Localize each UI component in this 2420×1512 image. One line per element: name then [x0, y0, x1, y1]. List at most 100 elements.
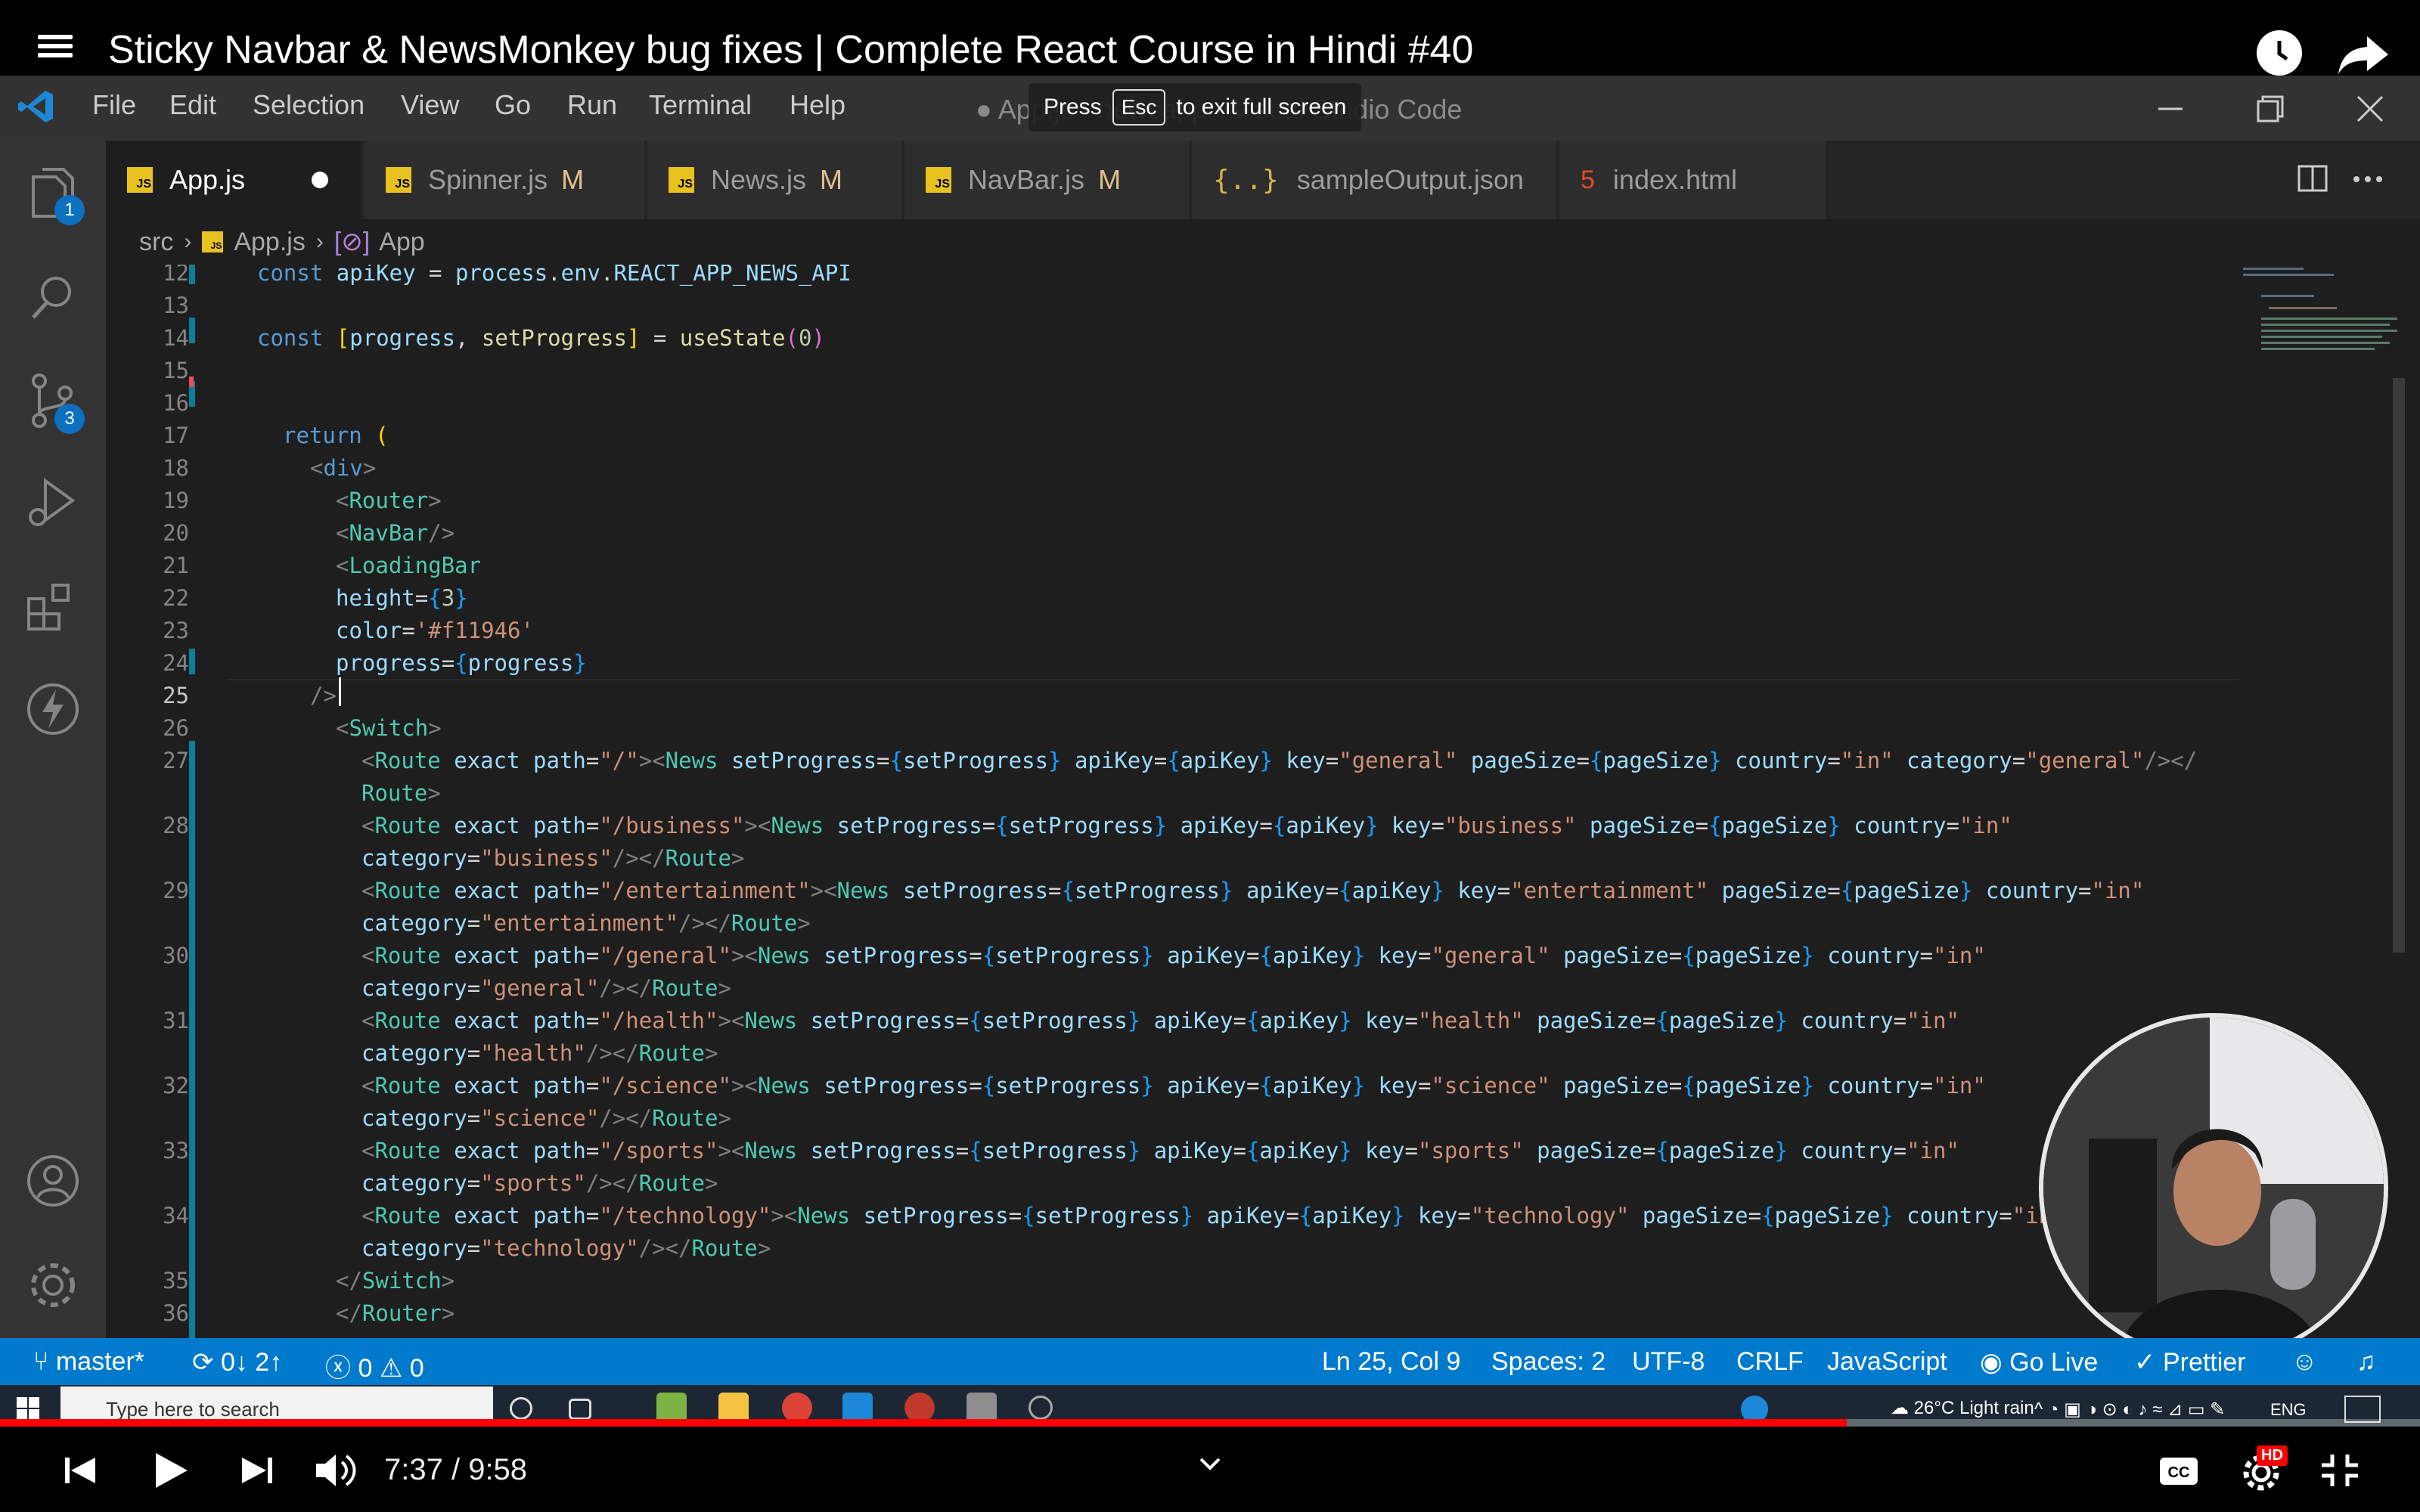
share-icon[interactable] [2337, 33, 2390, 76]
menu-help[interactable]: Help [790, 89, 845, 121]
hd-badge: HD [2257, 1445, 2288, 1466]
fullscreen-hint-prefix: Press [1044, 94, 1102, 119]
video-title[interactable]: Sticky Navbar & NewsMonkey bug fixes | C… [108, 27, 1473, 73]
js-file-icon: JS [669, 167, 694, 193]
code-line: </Switch> [336, 1268, 455, 1294]
breadcrumb: src › JS App.js › [⊘] App [106, 219, 2420, 265]
line-number: 22 [163, 585, 189, 611]
menu-run[interactable]: Run [567, 89, 617, 121]
cursor-position[interactable]: Ln 25, Col 9 [1322, 1347, 1460, 1377]
sync-status[interactable]: ⟳ 0↓ 2↑ [192, 1347, 282, 1377]
captions-icon[interactable]: CC [2157, 1450, 2202, 1491]
menu-file[interactable]: File [92, 89, 136, 121]
line-number: 17 [163, 423, 189, 448]
more-actions-icon[interactable] [2349, 160, 2387, 198]
broadcast-icon: ◉ [1980, 1348, 2010, 1377]
scrollbar-thumb[interactable] [2393, 378, 2405, 953]
file-explorer-icon[interactable] [718, 1393, 749, 1423]
volume-icon[interactable] [313, 1450, 358, 1491]
breadcrumb-symbol[interactable]: App [379, 228, 425, 257]
run-debug-icon[interactable] [23, 473, 83, 534]
line-number: 14 [163, 325, 189, 351]
settings-gear-icon[interactable] [23, 1255, 83, 1315]
code-line: color='#f11946' [336, 618, 534, 643]
tab-news-js[interactable]: JS News.js M [647, 141, 903, 219]
git-deleted-marker [189, 376, 194, 387]
warning-count: 0 [409, 1354, 424, 1383]
search-icon[interactable] [23, 268, 83, 328]
eol-status[interactable]: CRLF [1736, 1347, 1804, 1377]
line-number: 36 [163, 1300, 189, 1326]
menu-view[interactable]: View [401, 89, 459, 121]
task-view-icon[interactable] [569, 1399, 591, 1420]
breadcrumb-file[interactable]: App.js [234, 228, 306, 257]
fullscreen-hint: Press Esc to exit full screen [1028, 83, 1362, 132]
json-file-icon: {..} [1213, 164, 1279, 196]
git-branch-status[interactable]: ⑂ master* [33, 1347, 144, 1377]
line-number: 26 [163, 715, 189, 741]
code-line: const [progress, setProgress] = useState… [257, 325, 825, 351]
tab-sample-output-json[interactable]: {..} sampleOutput.json [1192, 141, 1558, 219]
close-window-button[interactable] [2347, 86, 2393, 132]
modified-indicator: M [1098, 164, 1122, 195]
language-mode[interactable]: JavaScript [1827, 1347, 1947, 1377]
menu-go[interactable]: Go [495, 89, 531, 121]
input-language[interactable]: ENG [2270, 1400, 2307, 1420]
menu-terminal[interactable]: Terminal [649, 89, 752, 121]
notepad-app-icon[interactable] [656, 1393, 687, 1423]
feedback-icon[interactable]: ☺ [2291, 1347, 2318, 1377]
prettier-label: Prettier [2162, 1348, 2246, 1377]
problems-status[interactable]: ⓧ 0 ⚠ 0 [325, 1347, 424, 1384]
breadcrumb-src[interactable]: src [139, 228, 173, 257]
play-icon[interactable] [148, 1450, 194, 1491]
webcam-overlay [2039, 1013, 2388, 1362]
code-line: Route> [361, 780, 441, 806]
code-line: category="entertainment"/></Route> [361, 910, 811, 936]
accounts-icon[interactable] [23, 1151, 83, 1211]
encoding-status[interactable]: UTF-8 [1632, 1347, 1705, 1377]
extensions-icon[interactable] [23, 576, 83, 637]
code-line: <NavBar/> [336, 520, 455, 546]
git-modified-marker [189, 318, 195, 343]
next-icon[interactable] [233, 1450, 278, 1491]
menu-selection[interactable]: Selection [253, 89, 365, 121]
line-number: 27 [163, 748, 189, 773]
obs-icon[interactable] [1028, 1396, 1053, 1420]
chrome-profile-icon[interactable] [904, 1393, 935, 1423]
restore-button[interactable] [2248, 86, 2293, 132]
prettier-status[interactable]: ✓ Prettier [2134, 1347, 2246, 1377]
line-number: 24 [163, 650, 189, 676]
check-icon: ✓ [2134, 1348, 2163, 1377]
minimize-button[interactable] [2148, 86, 2193, 132]
weather-widget[interactable]: ☁ 26°C Light rain [1891, 1397, 2034, 1419]
notifications-bell-icon[interactable]: ♫ [2356, 1347, 2376, 1377]
system-tray-icons[interactable]: ^ ◔ ▣ ◑ ⊙ ◐ ♪ ≈ ⊿ ▭ ✎ [2034, 1399, 2225, 1421]
go-live-status[interactable]: ◉ Go Live [1980, 1347, 2098, 1377]
tab-spinner-js[interactable]: JS Spinner.js M [365, 141, 646, 219]
text-cursor [339, 677, 341, 706]
indentation-status[interactable]: Spaces: 2 [1491, 1347, 1606, 1377]
tab-navbar-js[interactable]: JS NavBar.js M [904, 141, 1190, 219]
cortana-icon[interactable] [510, 1397, 532, 1420]
code-line: </Router> [336, 1300, 455, 1326]
exit-fullscreen-icon[interactable] [2317, 1450, 2363, 1491]
warning-icon: ⚠ [379, 1354, 410, 1383]
tab-app-js[interactable]: JS App.js [106, 141, 363, 219]
vscode-taskbar-icon[interactable] [842, 1393, 873, 1423]
playlist-menu-icon[interactable] [38, 35, 77, 67]
chevron-down-icon[interactable] [1195, 1448, 1225, 1479]
watch-later-icon[interactable] [2257, 30, 2302, 76]
fullscreen-hint-suffix: to exit full screen [1176, 94, 1347, 119]
split-editor-icon[interactable] [2294, 160, 2332, 198]
previous-icon[interactable] [60, 1450, 106, 1491]
menu-edit[interactable]: Edit [169, 89, 216, 121]
chrome-icon[interactable] [782, 1393, 812, 1423]
unsaved-dot-icon[interactable] [312, 172, 329, 188]
app-icon[interactable] [966, 1393, 997, 1423]
line-number: 33 [163, 1138, 189, 1163]
windows-start-icon[interactable] [17, 1397, 41, 1421]
tab-index-html[interactable]: 5 index.html [1559, 141, 1827, 219]
code-line: height={3} [336, 585, 468, 611]
thunder-client-icon[interactable] [23, 679, 83, 739]
tab-label: sampleOutput.json [1296, 164, 1524, 195]
